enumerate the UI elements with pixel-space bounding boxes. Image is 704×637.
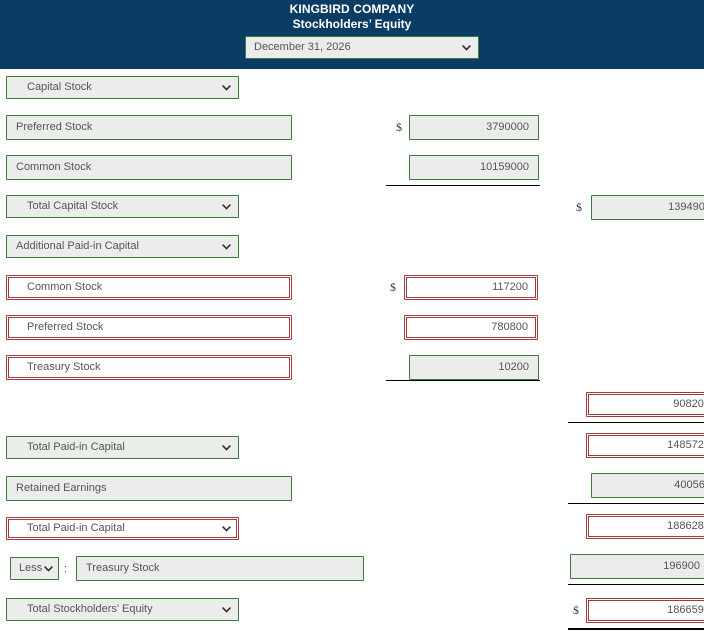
less-treasury-stock-amount-input[interactable]: 196900 — [570, 554, 704, 579]
retained-earnings-amount-value: 400560 — [674, 479, 704, 491]
less-treasury-stock-amount-value: 196900 — [663, 560, 700, 572]
chevron-down-icon — [222, 203, 231, 210]
row-less-prefix-label: Less — [19, 562, 43, 574]
stockholders-equity-worksheet: KINGBIRD COMPANY Stockholders’ Equity De… — [0, 0, 704, 637]
total-paid-in-capital-amount-value: 1485720 — [667, 439, 704, 451]
row-preferred-stock-label: Preferred Stock — [16, 121, 93, 133]
row-total-paid-in-capital-select[interactable]: Total Paid-in Capital — [6, 436, 239, 459]
total-capital-stock-currency-symbol: $ — [576, 200, 582, 214]
total-paid-in-capital-and-re-amount-input[interactable]: 1886280 — [586, 514, 704, 539]
row-apic-common-stock-input[interactable]: Common Stock — [6, 275, 292, 300]
apic-treasury-stock-amount-input[interactable]: 10200 — [409, 355, 539, 380]
chevron-down-icon — [222, 84, 231, 91]
subtotal-rule-treasury-stock — [568, 584, 704, 585]
total-stockholders-equity-amount-value: 1866590 — [667, 604, 704, 616]
row-common-stock-label: Common Stock — [16, 161, 92, 173]
retained-earnings-amount-input[interactable]: 400560 — [591, 473, 704, 498]
row-apic-preferred-stock-label: Preferred Stock — [27, 321, 104, 333]
apic-common-stock-amount-value: 117200 — [492, 281, 528, 293]
chevron-down-icon — [222, 525, 231, 532]
row-less-prefix-select[interactable]: Less — [10, 557, 59, 580]
row-preferred-stock-input[interactable]: Preferred Stock — [6, 115, 292, 140]
subtotal-rule-apic — [386, 380, 540, 381]
subtotal-rule-retained-earnings — [568, 503, 704, 504]
chevron-down-icon — [222, 243, 231, 250]
total-stockholders-equity-currency-symbol: $ — [573, 603, 579, 617]
total-paid-in-capital-amount-input[interactable]: 1485720 — [586, 433, 704, 458]
preferred-stock-amount-input[interactable]: 3790000 — [409, 115, 539, 140]
row-total-stockholders-equity-select[interactable]: Total Stockholders' Equity — [6, 598, 239, 621]
total-paid-in-capital-and-re-amount-value: 1886280 — [667, 520, 704, 532]
chevron-down-icon — [222, 444, 231, 451]
chevron-down-icon — [44, 565, 53, 572]
row-common-stock-input[interactable]: Common Stock — [6, 155, 292, 180]
row-total-paid-in-capital-label: Total Paid-in Capital — [27, 441, 125, 453]
row-less-treasury-stock-input[interactable]: Treasury Stock — [76, 556, 364, 581]
apic-common-stock-amount-input[interactable]: 117200 — [404, 275, 538, 300]
row-capital-stock-select[interactable]: Capital Stock — [6, 76, 239, 99]
apic-treasury-stock-amount-value: 10200 — [498, 361, 529, 373]
row-apic-treasury-stock-label: Treasury Stock — [27, 361, 101, 373]
row-total-capital-stock-label: Total Capital Stock — [27, 200, 119, 212]
row-less-treasury-stock-label: Treasury Stock — [86, 562, 160, 574]
apic-common-stock-currency-symbol: $ — [390, 280, 396, 294]
subtotal-rule-apic-total — [568, 422, 704, 423]
row-apic-preferred-stock-input[interactable]: Preferred Stock — [6, 315, 292, 340]
apic-subtotal-amount-input[interactable]: 908200 — [586, 392, 704, 417]
row-total-paid-in-capital-and-re-label: Total Paid-in Capital — [27, 522, 125, 534]
preferred-stock-currency-symbol: $ — [396, 120, 402, 134]
preferred-stock-amount-value: 3790000 — [486, 121, 529, 133]
row-total-capital-stock-select[interactable]: Total Capital Stock — [6, 195, 239, 218]
total-capital-stock-amount-input[interactable]: 1394900 — [591, 195, 704, 220]
total-capital-stock-amount-value: 1394900 — [668, 201, 704, 213]
common-stock-amount-value: 10159000 — [480, 161, 529, 173]
apic-preferred-stock-amount-value: 780800 — [491, 321, 528, 333]
row-retained-earnings-label: Retained Earnings — [16, 482, 107, 494]
row-retained-earnings-input[interactable]: Retained Earnings — [6, 476, 292, 501]
subtotal-rule-capital-stock — [386, 185, 540, 186]
apic-subtotal-amount-value: 908200 — [673, 398, 704, 410]
common-stock-amount-input[interactable]: 10159000 — [409, 155, 539, 180]
statement-header: KINGBIRD COMPANY Stockholders’ Equity De… — [0, 0, 704, 69]
row-total-paid-in-capital-and-re-select[interactable]: Total Paid-in Capital — [6, 517, 239, 540]
period-select-value: December 31, 2026 — [254, 41, 351, 53]
statement-title: Stockholders’ Equity — [292, 17, 412, 31]
row-apic-treasury-stock-input[interactable]: Treasury Stock — [6, 355, 292, 380]
chevron-down-icon — [222, 606, 231, 613]
row-capital-stock-label: Capital Stock — [27, 81, 92, 93]
row-less-separator: : — [64, 563, 68, 575]
company-name: KINGBIRD COMPANY — [289, 2, 415, 16]
row-total-stockholders-equity-label: Total Stockholders' Equity — [27, 603, 153, 615]
row-additional-paid-in-capital-label: Additional Paid-in Capital — [16, 240, 139, 252]
chevron-down-icon — [462, 44, 471, 51]
grand-total-rule — [568, 628, 704, 630]
period-select[interactable]: December 31, 2026 — [245, 36, 479, 59]
row-apic-common-stock-label: Common Stock — [27, 281, 103, 293]
row-additional-paid-in-capital-select[interactable]: Additional Paid-in Capital — [6, 235, 239, 258]
total-stockholders-equity-amount-input[interactable]: 1866590 — [586, 598, 704, 623]
apic-preferred-stock-amount-input[interactable]: 780800 — [404, 315, 538, 340]
